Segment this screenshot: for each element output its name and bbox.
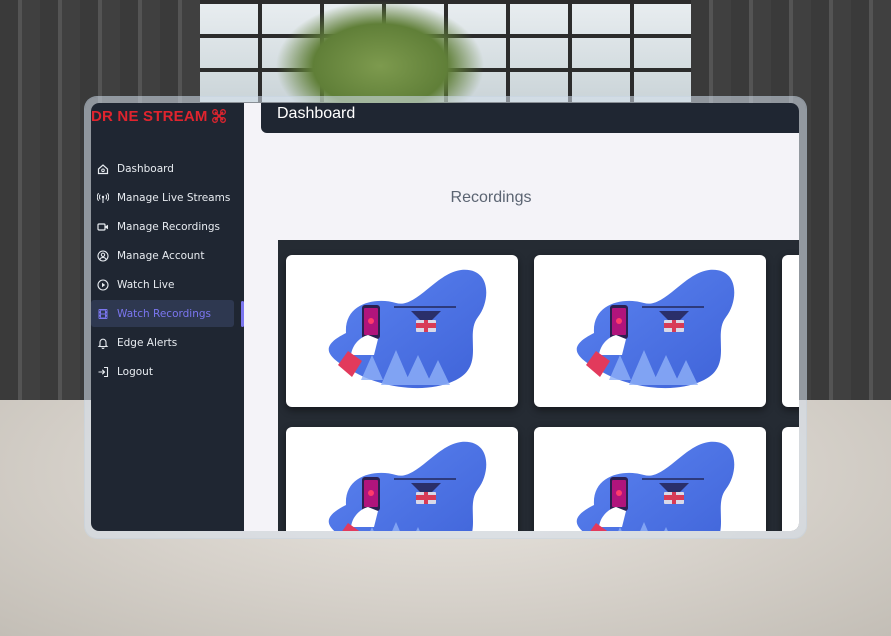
sidebar-item-label: Edge Alerts — [117, 336, 178, 349]
sidebar-item-label: Watch Live — [117, 278, 175, 291]
sidebar-item-manage-live-streams[interactable]: Manage Live Streams — [91, 184, 234, 211]
sidebar: DR NE STREAM Dashboard Manage Live Strea… — [91, 103, 244, 531]
app-window: DR NE STREAM Dashboard Manage Live Strea… — [91, 103, 799, 531]
sidebar-item-watch-live[interactable]: Watch Live — [91, 271, 234, 298]
user-circle-icon — [97, 249, 109, 262]
logo-text: DR NE STREAM — [91, 108, 208, 125]
section-title: Recordings — [450, 189, 532, 206]
sidebar-item-edge-alerts[interactable]: Edge Alerts — [91, 329, 234, 356]
page-title: Dashboard — [277, 105, 356, 122]
recording-card[interactable] — [286, 255, 518, 407]
recording-card[interactable] — [534, 255, 766, 407]
sidebar-item-label: Watch Recordings — [117, 307, 212, 320]
drone-phone-illustration — [327, 269, 488, 389]
recording-card[interactable] — [782, 255, 799, 407]
background-tree — [275, 0, 485, 110]
sidebar-item-label: Manage Account — [117, 249, 205, 262]
video-camera-icon — [97, 222, 108, 231]
sidebar-item-label: Manage Recordings — [117, 220, 221, 233]
sidebar-item-watch-recordings[interactable]: Watch Recordings — [91, 300, 234, 327]
recording-card[interactable] — [782, 427, 799, 531]
recordings-grid — [278, 240, 799, 531]
recording-card[interactable] — [286, 427, 518, 531]
drone-phone-illustration — [575, 441, 736, 531]
recording-card[interactable] — [534, 427, 766, 531]
broadcast-icon — [97, 192, 109, 203]
sidebar-item-label: Dashboard — [117, 162, 174, 175]
logout-icon — [98, 366, 109, 377]
drone-phone-illustration — [575, 269, 736, 389]
drone-phone-illustration — [327, 441, 488, 531]
bell-icon — [97, 338, 109, 349]
play-circle-icon — [97, 278, 109, 291]
sidebar-item-manage-recordings[interactable]: Manage Recordings — [91, 213, 234, 240]
sidebar-item-logout[interactable]: Logout — [91, 358, 234, 385]
top-bar: Dashboard — [261, 103, 799, 133]
drone-logo-icon — [212, 109, 226, 123]
drone-phone-illustration — [782, 427, 799, 531]
sidebar-item-label: Logout — [117, 365, 153, 378]
sidebar-item-dashboard[interactable]: Dashboard — [91, 155, 234, 182]
sidebar-item-manage-account[interactable]: Manage Account — [91, 242, 234, 269]
sidebar-nav: Dashboard Manage Live Streams Manage Rec… — [91, 155, 244, 387]
drone-phone-illustration — [782, 255, 799, 407]
active-indicator — [241, 301, 244, 327]
sidebar-item-label: Manage Live Streams — [117, 191, 231, 204]
logo[interactable]: DR NE STREAM — [91, 105, 244, 129]
film-icon — [98, 308, 108, 319]
home-icon — [97, 163, 109, 174]
